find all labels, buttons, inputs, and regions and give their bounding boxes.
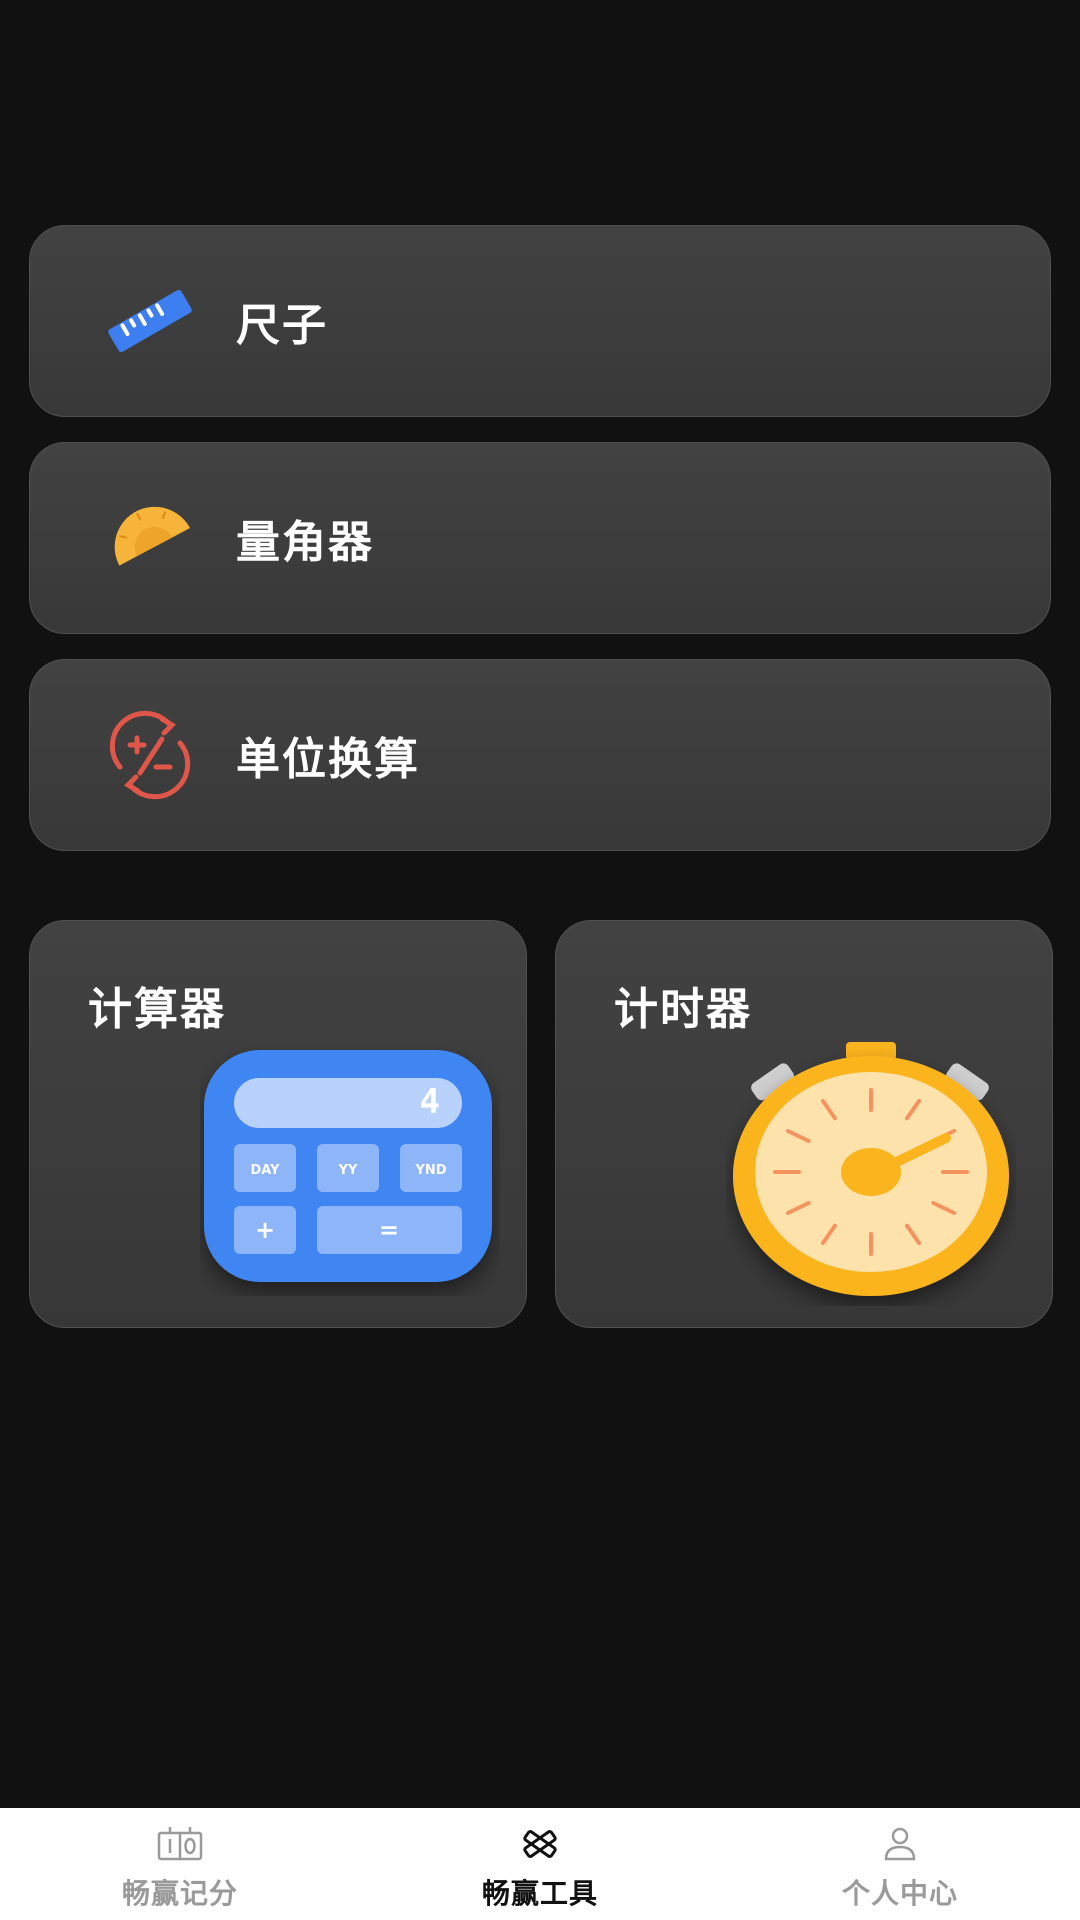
nav-label-scoreboard: 畅赢记分: [121, 1877, 238, 1910]
tools-icon: [523, 1830, 557, 1858]
nav-item-profile[interactable]: 个人中心: [720, 1808, 1080, 1920]
unit-conversion-icon: [109, 710, 191, 800]
calculator-key-equals: =: [379, 1216, 399, 1244]
tool-card-ruler[interactable]: 尺子: [29, 225, 1051, 417]
timer-card[interactable]: 计时器: [555, 920, 1053, 1328]
tool-card-unit-conversion[interactable]: 单位换算: [29, 659, 1051, 851]
nav-item-tools[interactable]: 畅赢工具: [360, 1808, 720, 1920]
calculator-label: 计算器: [88, 984, 226, 1035]
bottom-nav: 畅赢记分 畅赢工具 个人中心: [0, 1808, 1080, 1920]
nav-label-tools: 畅赢工具: [481, 1877, 598, 1910]
calculator-key-ynd: YND: [414, 1163, 446, 1178]
timer-label: 计时器: [614, 984, 752, 1035]
calculator-key-yy: YY: [338, 1163, 358, 1178]
tool-label-protractor: 量角器: [236, 517, 374, 568]
ruler-icon: [108, 289, 192, 353]
nav-item-scoreboard[interactable]: 畅赢记分: [0, 1808, 360, 1920]
tool-label-unit-conversion: 单位换算: [236, 734, 420, 785]
nav-label-profile: 个人中心: [841, 1877, 958, 1910]
calculator-key-plus: +: [255, 1216, 275, 1244]
protractor-icon: [114, 506, 191, 566]
calculator-key-day: DAY: [250, 1163, 280, 1178]
calculator-icon: 4 DAY YY YND + =: [204, 1050, 492, 1282]
person-icon: [884, 1827, 916, 1861]
calculator-display: 4: [420, 1082, 440, 1122]
tool-label-ruler: 尺子: [236, 300, 328, 351]
scoreboard-icon: [157, 1827, 203, 1861]
stopwatch-icon: [733, 1042, 1009, 1296]
tool-card-protractor[interactable]: 量角器: [29, 442, 1051, 634]
calculator-card[interactable]: 计算器 4 DAY YY YND + =: [29, 920, 527, 1328]
